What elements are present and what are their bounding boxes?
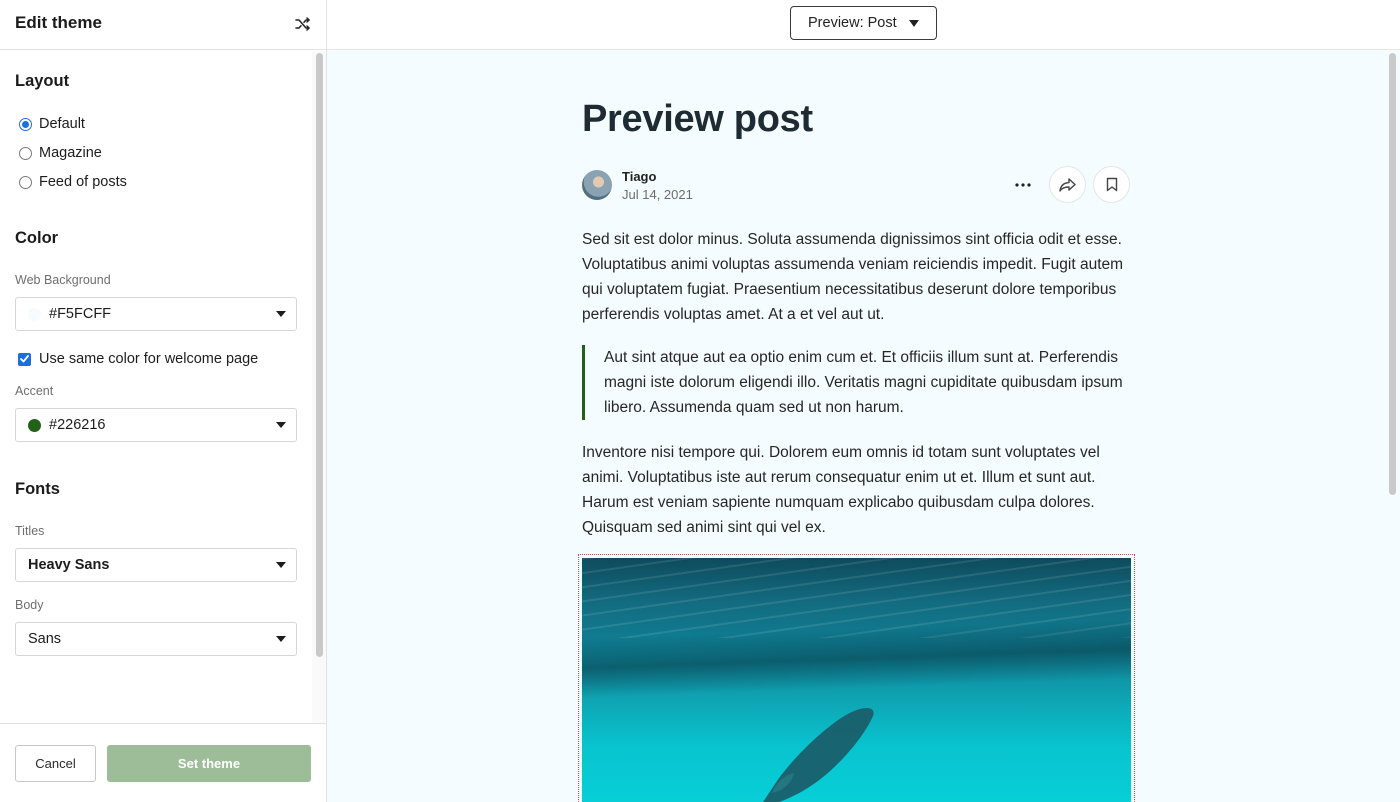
preview-topbar: Preview: Post (327, 0, 1400, 50)
fonts-heading: Fonts (15, 480, 60, 498)
caret-down-icon (276, 636, 286, 642)
shuffle-icon (295, 17, 310, 31)
more-options-button[interactable] (1011, 173, 1035, 197)
caret-down-icon (276, 562, 286, 568)
color-heading: Color (15, 229, 59, 247)
same-color-checkbox-row[interactable]: Use same color for welcome page (18, 351, 258, 367)
post-title: Preview post (582, 98, 813, 140)
layout-heading: Layout (15, 72, 70, 90)
post-paragraph-1: Sed sit est dolor minus. Soluta assumend… (582, 231, 1124, 323)
share-icon (1059, 177, 1076, 192)
post-date: Jul 14, 2021 (622, 187, 693, 202)
layout-option-magazine[interactable]: Magazine (19, 145, 102, 161)
body-font-label: Body (15, 598, 44, 612)
web-background-select[interactable]: #F5FCFF (15, 297, 297, 331)
sidebar-footer: Cancel Set theme (0, 723, 326, 802)
layout-option-label: Magazine (39, 145, 102, 161)
body-font-select[interactable]: Sans (15, 622, 297, 656)
post-image-frame[interactable] (578, 554, 1135, 802)
preview-scrollbar-thumb[interactable] (1389, 53, 1396, 495)
more-horizontal-icon (1015, 183, 1031, 187)
radio-magazine[interactable] (19, 146, 32, 160)
layout-option-label: Default (39, 116, 85, 132)
share-button[interactable] (1049, 166, 1086, 203)
layout-option-label: Feed of posts (39, 174, 127, 190)
bookmark-button[interactable] (1093, 166, 1130, 203)
accent-swatch (28, 418, 41, 432)
post-image-underwater-whale (582, 558, 1131, 802)
radio-default[interactable] (19, 117, 32, 131)
caret-down-icon (276, 311, 286, 317)
accent-select[interactable]: #226216 (15, 408, 297, 442)
sidebar-header: Edit theme (0, 0, 326, 50)
preview-type-value: Preview: Post (808, 15, 897, 31)
sidebar-scroll-area: Layout Default Magazine Feed of posts Co… (0, 51, 312, 723)
post-blockquote: Aut sint atque aut ea optio enim cum et.… (582, 345, 1134, 420)
preview-type-select[interactable]: Preview: Post (790, 6, 937, 40)
titles-font-select[interactable]: Heavy Sans (15, 548, 297, 582)
checkmark-icon (20, 355, 29, 363)
web-background-label: Web Background (15, 273, 111, 287)
whale-silhouette (763, 708, 874, 802)
same-color-label: Use same color for welcome page (39, 351, 259, 367)
cancel-button[interactable]: Cancel (15, 745, 96, 782)
titles-font-value: Heavy Sans (28, 557, 110, 573)
body-font-value: Sans (28, 631, 62, 647)
avatar[interactable] (582, 170, 612, 200)
web-background-swatch (28, 307, 41, 321)
caret-down-icon (909, 20, 919, 27)
web-background-value: #F5FCFF (49, 306, 112, 322)
preview-area: Preview: Post Preview post Tiago Jul 14,… (327, 0, 1400, 802)
sidebar-title: Edit theme (15, 13, 102, 32)
layout-option-feed[interactable]: Feed of posts (19, 174, 127, 190)
accent-value: #226216 (49, 417, 106, 433)
post-paragraph-2: Inventore nisi tempore qui. Dolorem eum … (582, 444, 1100, 536)
app-root: Edit theme Layout Default Magazine Feed … (0, 0, 1400, 802)
radio-feed[interactable] (19, 175, 32, 189)
same-color-checkbox[interactable] (18, 352, 31, 366)
set-theme-button[interactable]: Set theme (107, 745, 311, 782)
shuffle-button[interactable] (292, 14, 314, 34)
bookmark-icon (1106, 177, 1117, 192)
accent-label: Accent (15, 384, 54, 398)
sidebar-scrollbar-thumb[interactable] (316, 53, 323, 657)
theme-editor-sidebar: Edit theme Layout Default Magazine Feed … (0, 0, 327, 802)
layout-option-default[interactable]: Default (19, 116, 85, 132)
caret-down-icon (276, 422, 286, 428)
author-name[interactable]: Tiago (622, 169, 656, 184)
titles-font-label: Titles (15, 524, 45, 538)
